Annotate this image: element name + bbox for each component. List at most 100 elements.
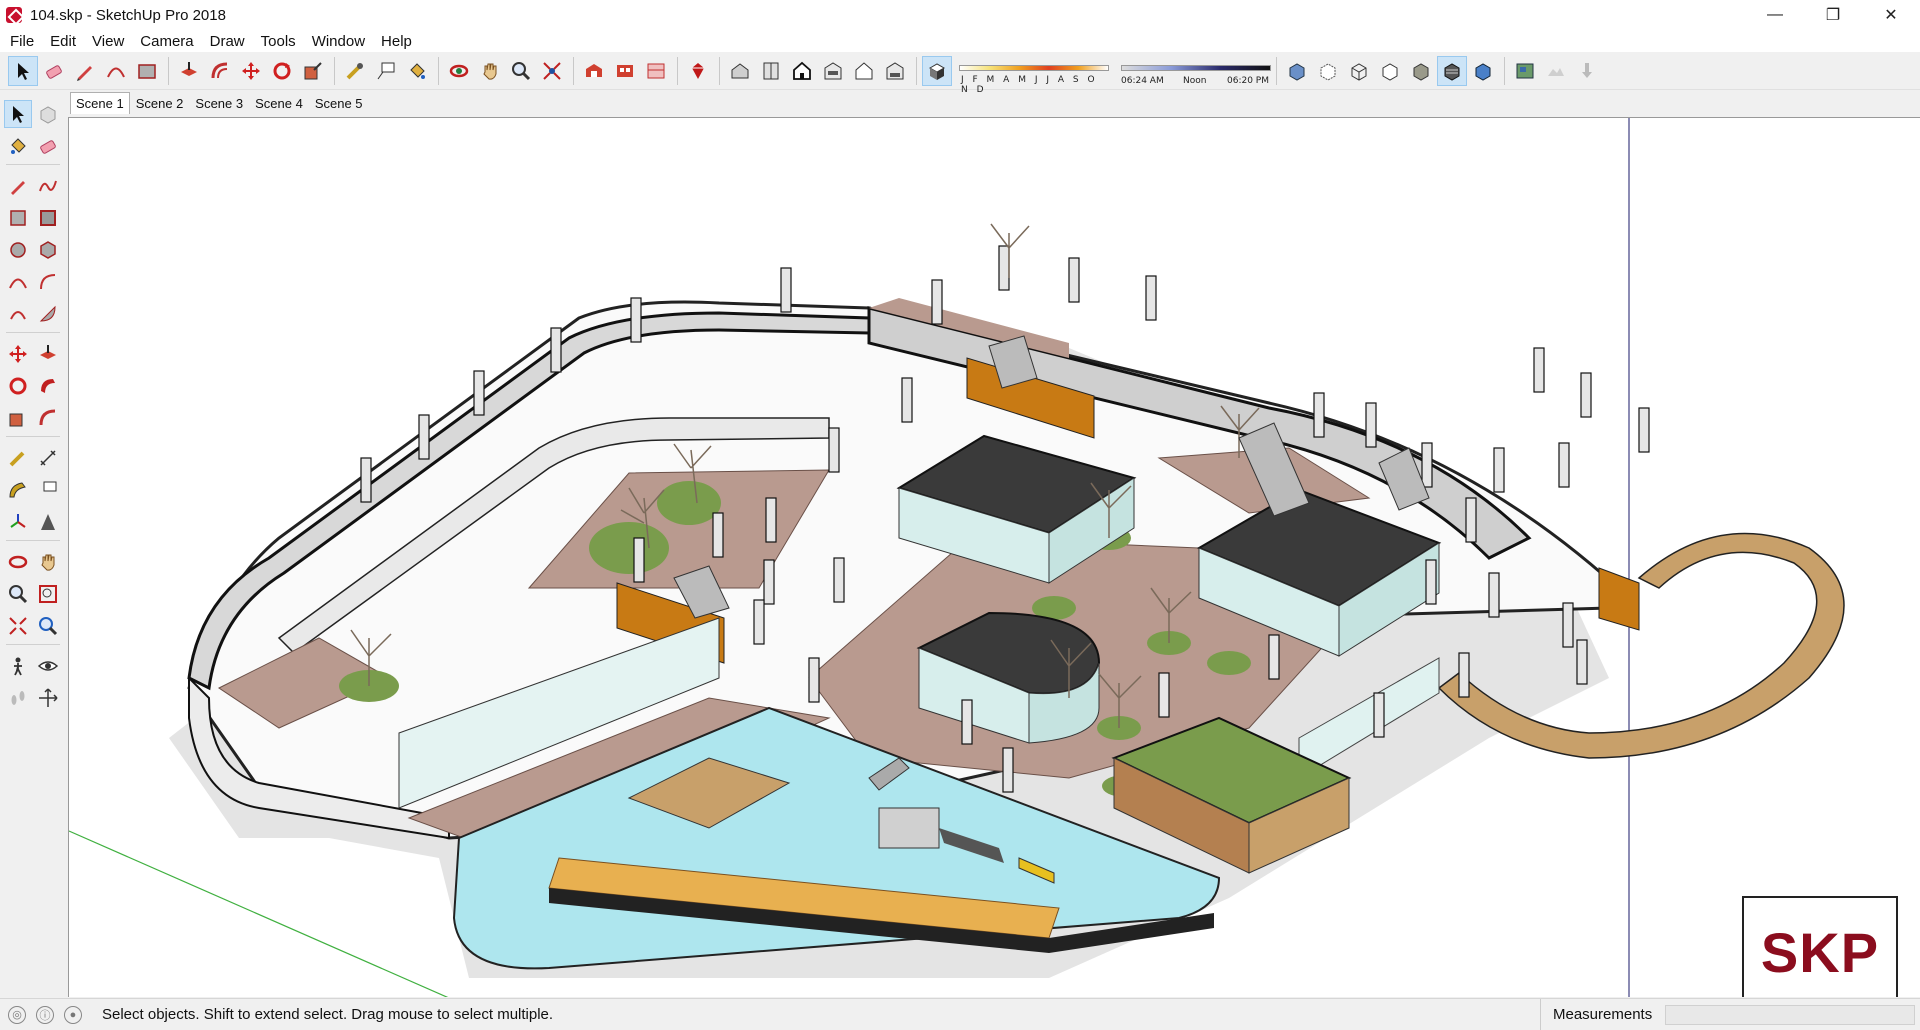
orbit-button[interactable] xyxy=(4,548,32,576)
hidden-line-button[interactable] xyxy=(1375,56,1405,86)
paint-bucket-button[interactable] xyxy=(402,56,432,86)
tab-scene-1[interactable]: Scene 1 xyxy=(70,92,130,114)
tape-measure-button[interactable] xyxy=(4,444,32,472)
pie-icon xyxy=(39,305,56,322)
position-camera-button[interactable] xyxy=(4,652,32,680)
previous-view-button[interactable] xyxy=(34,612,62,640)
shaded-textures-button[interactable] xyxy=(1437,55,1467,86)
menu-window[interactable]: Window xyxy=(304,33,373,50)
pan-button[interactable] xyxy=(475,56,505,86)
polygon-tool-button[interactable] xyxy=(34,236,62,264)
layout-button[interactable] xyxy=(641,56,671,86)
circle-tool-button[interactable] xyxy=(4,236,32,264)
follow-me-button[interactable] xyxy=(34,372,62,400)
menu-file[interactable]: File xyxy=(2,33,42,50)
scale-tool-button[interactable] xyxy=(298,56,328,86)
model-viewport[interactable]: SKP xyxy=(68,117,1920,997)
tab-scene-3[interactable]: Scene 3 xyxy=(189,92,249,114)
menu-tools[interactable]: Tools xyxy=(253,33,304,50)
eraser-tool-button[interactable] xyxy=(34,132,62,160)
toggle-terrain-button[interactable] xyxy=(1541,56,1571,86)
zoom-button[interactable] xyxy=(4,580,32,608)
close-button[interactable]: ✕ xyxy=(1862,0,1920,30)
restore-button[interactable]: ❐ xyxy=(1804,0,1862,30)
tape-measure-button[interactable] xyxy=(340,56,370,86)
push-pull-button[interactable] xyxy=(174,56,204,86)
paint-bucket-button[interactable] xyxy=(4,132,32,160)
shadows-toggle-button[interactable] xyxy=(922,55,952,86)
shadow-date-slider[interactable]: J F M A M J J A S O N D xyxy=(959,59,1109,95)
select-tool-button[interactable] xyxy=(4,100,32,128)
sandbox-drape-button[interactable] xyxy=(1572,56,1602,86)
zoom-extents-button[interactable] xyxy=(4,612,32,640)
minimize-button[interactable]: — xyxy=(1746,0,1804,30)
monochrome-button[interactable] xyxy=(1468,56,1498,86)
push-pull-button[interactable] xyxy=(34,340,62,368)
rectangle-tool-button[interactable] xyxy=(132,56,162,86)
credits-icon[interactable]: ⓘ xyxy=(36,1005,54,1024)
eraser-icon xyxy=(46,64,62,79)
rotate-tool-button[interactable] xyxy=(267,56,297,86)
text-tool-button[interactable] xyxy=(371,56,401,86)
rotated-rectangle-button[interactable] xyxy=(34,204,62,232)
tab-scene-2[interactable]: Scene 2 xyxy=(130,92,190,114)
user-account-icon[interactable]: ● xyxy=(64,1005,82,1024)
line-tool-button[interactable] xyxy=(70,56,100,86)
zoom-extents-button[interactable] xyxy=(537,56,567,86)
axes-tool-button[interactable] xyxy=(4,508,32,536)
rotate-tool-button[interactable] xyxy=(4,372,32,400)
three-point-arc-button[interactable] xyxy=(4,300,32,328)
line-tool-button[interactable] xyxy=(4,172,32,200)
extension-warehouse-button[interactable] xyxy=(610,56,640,86)
make-component-button[interactable] xyxy=(34,100,62,128)
menu-help[interactable]: Help xyxy=(373,33,420,50)
move-tool-button[interactable] xyxy=(236,56,266,86)
pan-button[interactable] xyxy=(34,548,62,576)
view-right-button[interactable] xyxy=(818,56,848,86)
3d-warehouse-button[interactable] xyxy=(579,56,609,86)
offset-button[interactable] xyxy=(205,56,235,86)
view-back-button[interactable] xyxy=(849,56,879,86)
move-tool-button[interactable] xyxy=(4,340,32,368)
shadow-time-slider[interactable]: 06:24 AM Noon 06:20 PM xyxy=(1121,59,1271,87)
protractor-button[interactable] xyxy=(4,476,32,504)
zoom-button[interactable] xyxy=(506,56,536,86)
scale-tool-button[interactable] xyxy=(4,404,32,432)
two-point-arc-button[interactable] xyxy=(34,268,62,296)
toolbar-separator xyxy=(6,332,60,333)
view-left-button[interactable] xyxy=(880,56,910,86)
select-tool-button[interactable] xyxy=(8,55,38,86)
arc-tool-button[interactable] xyxy=(4,268,32,296)
view-top-button[interactable] xyxy=(756,56,786,86)
tab-scene-5[interactable]: Scene 5 xyxy=(309,92,369,114)
tab-scene-4[interactable]: Scene 4 xyxy=(249,92,309,114)
view-front-button[interactable] xyxy=(787,56,817,86)
rectangle-tool-button[interactable] xyxy=(4,204,32,232)
back-edges-button[interactable] xyxy=(1313,56,1343,86)
freehand-tool-button[interactable] xyxy=(34,172,62,200)
menu-camera[interactable]: Camera xyxy=(132,33,201,50)
offset-button[interactable] xyxy=(34,404,62,432)
look-around-button[interactable] xyxy=(34,652,62,680)
measurements-input[interactable] xyxy=(1665,1005,1915,1025)
geo-location-icon[interactable]: ◎ xyxy=(8,1005,26,1024)
pie-tool-button[interactable] xyxy=(34,300,62,328)
view-iso-button[interactable] xyxy=(725,56,755,86)
xray-style-button[interactable] xyxy=(1282,56,1312,86)
menu-draw[interactable]: Draw xyxy=(202,33,253,50)
3d-text-button[interactable] xyxy=(34,508,62,536)
wireframe-button[interactable] xyxy=(1344,56,1374,86)
menu-edit[interactable]: Edit xyxy=(42,33,84,50)
section-plane-button[interactable] xyxy=(34,684,62,712)
shaded-button[interactable] xyxy=(1406,56,1436,86)
eraser-tool-button[interactable] xyxy=(39,56,69,86)
arc-tool-button[interactable] xyxy=(101,56,131,86)
add-location-button[interactable] xyxy=(1510,56,1540,86)
orbit-button[interactable] xyxy=(444,56,474,86)
text-tool-button[interactable] xyxy=(34,476,62,504)
dimension-tool-button[interactable] xyxy=(34,444,62,472)
ruby-console-button[interactable] xyxy=(683,56,713,86)
zoom-window-button[interactable] xyxy=(34,580,62,608)
walk-button[interactable] xyxy=(4,684,32,712)
menu-view[interactable]: View xyxy=(84,33,132,50)
